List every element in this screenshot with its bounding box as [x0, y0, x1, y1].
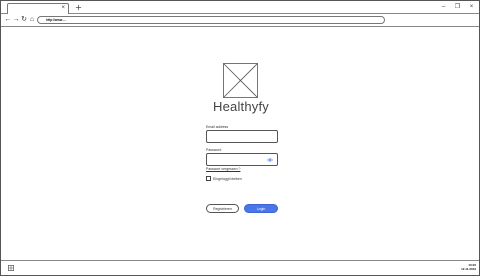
password-field[interactable]	[206, 153, 278, 166]
tab-close-icon[interactable]: ×	[61, 4, 65, 13]
plus-icon[interactable]	[75, 4, 82, 11]
register-button[interactable]: Registrieren	[206, 204, 239, 213]
taskbar: 10:20 12.11.2019	[1, 260, 479, 275]
home-icon[interactable]: ⌂	[28, 16, 36, 24]
forward-arrow-icon[interactable]: →	[12, 16, 20, 24]
password-label: Password	[206, 148, 222, 152]
browser-tab[interactable]: ×	[7, 3, 69, 14]
remember-me-checkbox[interactable]	[206, 176, 211, 181]
image-placeholder-icon	[223, 63, 258, 98]
forgot-password-link[interactable]: Passwort vergessen ?	[206, 167, 240, 171]
email-field[interactable]	[206, 130, 278, 143]
window-controls: – ❐ ×	[440, 3, 475, 11]
clock-date: 12.11.2019	[461, 267, 476, 271]
url-text[interactable]: http://www....	[46, 17, 66, 24]
login-button[interactable]: Login	[244, 204, 278, 213]
tab-strip: × – ❐ ×	[1, 1, 479, 14]
close-icon[interactable]: ×	[468, 3, 475, 11]
maximize-icon[interactable]: ❐	[454, 3, 461, 11]
browser-window: × – ❐ × ← → ↻ ⌂ http://www.... Healthyfy…	[0, 0, 480, 276]
reload-icon[interactable]: ↻	[20, 16, 28, 24]
eye-icon[interactable]	[267, 157, 273, 163]
remember-me-label[interactable]: Eingeloggt bleiben	[213, 177, 242, 181]
windows-icon[interactable]	[8, 265, 14, 271]
address-bar[interactable]: http://www....	[37, 16, 385, 24]
back-arrow-icon[interactable]: ←	[4, 16, 12, 24]
app-name: Healthyfy	[213, 99, 269, 114]
minimize-icon[interactable]: –	[440, 3, 447, 11]
browser-toolbar: ← → ↻ ⌂ http://www....	[1, 14, 479, 27]
remember-me[interactable]: Eingeloggt bleiben	[206, 176, 242, 181]
system-clock[interactable]: 10:20 12.11.2019	[461, 263, 476, 271]
email-label: Email address	[206, 125, 229, 129]
page-content: Healthyfy Email address Password Passwor…	[1, 28, 479, 260]
